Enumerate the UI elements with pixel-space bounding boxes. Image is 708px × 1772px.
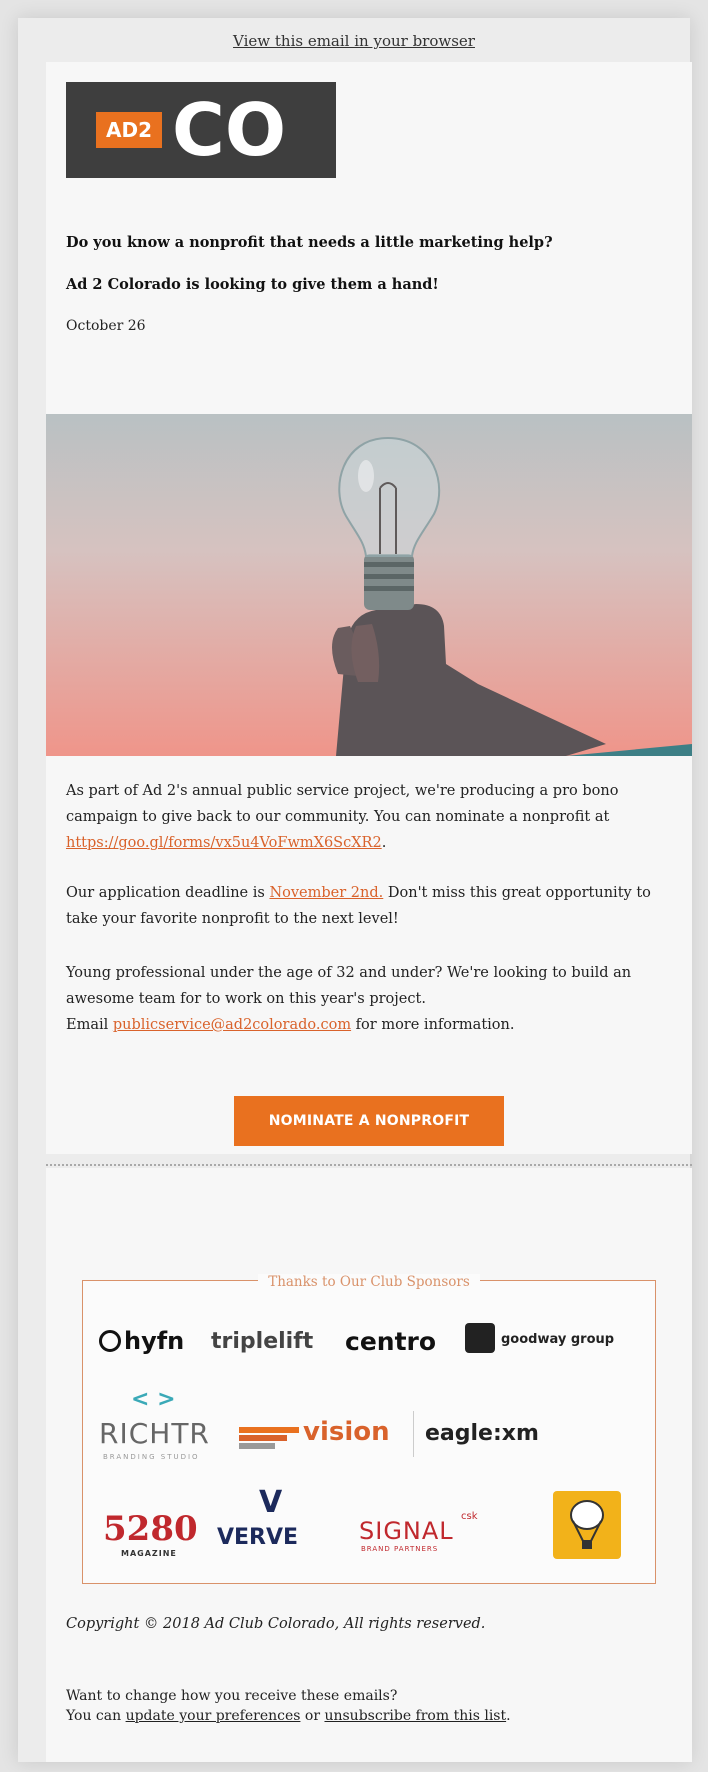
intro-date: October 26 xyxy=(66,318,146,334)
sponsor-centro-logo[interactable]: centro xyxy=(345,1327,436,1356)
richter-chevrons-icon: < > xyxy=(131,1387,176,1412)
unsubscribe-link[interactable]: unsubscribe from this list xyxy=(324,1708,506,1724)
lightbulb-in-hand-icon xyxy=(332,436,692,756)
magazine-subtitle: MAGAZINE xyxy=(121,1549,177,1558)
sponsors-box: Thanks to Our Club Sponsors hyfn triplel… xyxy=(82,1274,656,1584)
body-card: As part of Ad 2's annual public service … xyxy=(46,414,692,1154)
email-frame: View this email in your browser AD2 CO D… xyxy=(18,18,692,1762)
sponsor-triplelift-logo[interactable]: triplelift xyxy=(211,1329,313,1354)
sponsor-separator xyxy=(413,1411,414,1457)
deadline-link[interactable]: November 2nd. xyxy=(269,885,383,901)
richter-subtitle: BRANDING STUDIO xyxy=(103,1453,200,1461)
footer-card: Thanks to Our Club Sponsors hyfn triplel… xyxy=(46,1168,692,1762)
email-preferences: Want to change how you receive these ema… xyxy=(66,1688,511,1724)
hot-air-balloon-icon xyxy=(570,1500,604,1549)
body-paragraph-team: Young professional under the age of 32 a… xyxy=(66,965,632,1033)
view-in-browser-link[interactable]: View this email in your browser xyxy=(18,32,690,50)
sponsors-title: Thanks to Our Club Sponsors xyxy=(83,1271,655,1290)
signal-csk-mark: csk xyxy=(461,1511,478,1522)
nominate-form-link[interactable]: https://goo.gl/forms/vx5u4VoFwmX6ScXR2 xyxy=(66,835,382,851)
sponsor-eaglexm-logo[interactable]: eagle:xm xyxy=(425,1421,539,1446)
signal-subtitle: BRAND PARTNERS xyxy=(361,1545,439,1553)
intro-headline-1: Do you know a nonprofit that needs a lit… xyxy=(66,234,553,251)
hyfn-circle-icon xyxy=(99,1330,121,1352)
hero-lightbulb-image xyxy=(46,414,692,756)
sponsor-verve-logo[interactable]: VERVE xyxy=(217,1525,298,1550)
sponsor-vision-logo[interactable]: vision xyxy=(303,1417,390,1447)
vision-stripes-icon xyxy=(239,1427,299,1449)
body-paragraph-nominate: As part of Ad 2's annual public service … xyxy=(66,783,619,851)
sponsor-hyfn-logo[interactable]: hyfn xyxy=(99,1327,184,1355)
logo-ad2-mark: AD2 xyxy=(96,112,162,148)
sponsor-5280-logo[interactable]: 5280 xyxy=(103,1509,198,1549)
copyright-text: Copyright © 2018 Ad Club Colorado, All r… xyxy=(66,1616,486,1632)
sponsor-signal-logo[interactable]: SIGNAL xyxy=(359,1517,454,1545)
section-divider xyxy=(46,1164,692,1166)
sponsor-goodway-logo[interactable]: goodway group xyxy=(465,1323,614,1353)
body-paragraph-deadline: Our application deadline is November 2nd… xyxy=(66,885,651,927)
verve-v-icon: V xyxy=(259,1485,283,1520)
goodway-square-icon xyxy=(465,1323,495,1353)
intro-headline-2: Ad 2 Colorado is looking to give them a … xyxy=(66,276,439,293)
nominate-nonprofit-button[interactable]: NOMINATE A NONPROFIT xyxy=(234,1096,504,1146)
sponsor-richter-logo[interactable]: RICHTR xyxy=(99,1417,210,1450)
update-preferences-link[interactable]: update your preferences xyxy=(126,1708,301,1724)
ad2-colorado-logo: AD2 CO xyxy=(66,82,336,178)
sponsor-balloon-logo[interactable] xyxy=(553,1491,621,1559)
public-service-email-link[interactable]: publicservice@ad2colorado.com xyxy=(113,1017,351,1033)
logo-co-letters: CO xyxy=(172,88,287,172)
intro-card: AD2 CO Do you know a nonprofit that need… xyxy=(46,62,692,414)
